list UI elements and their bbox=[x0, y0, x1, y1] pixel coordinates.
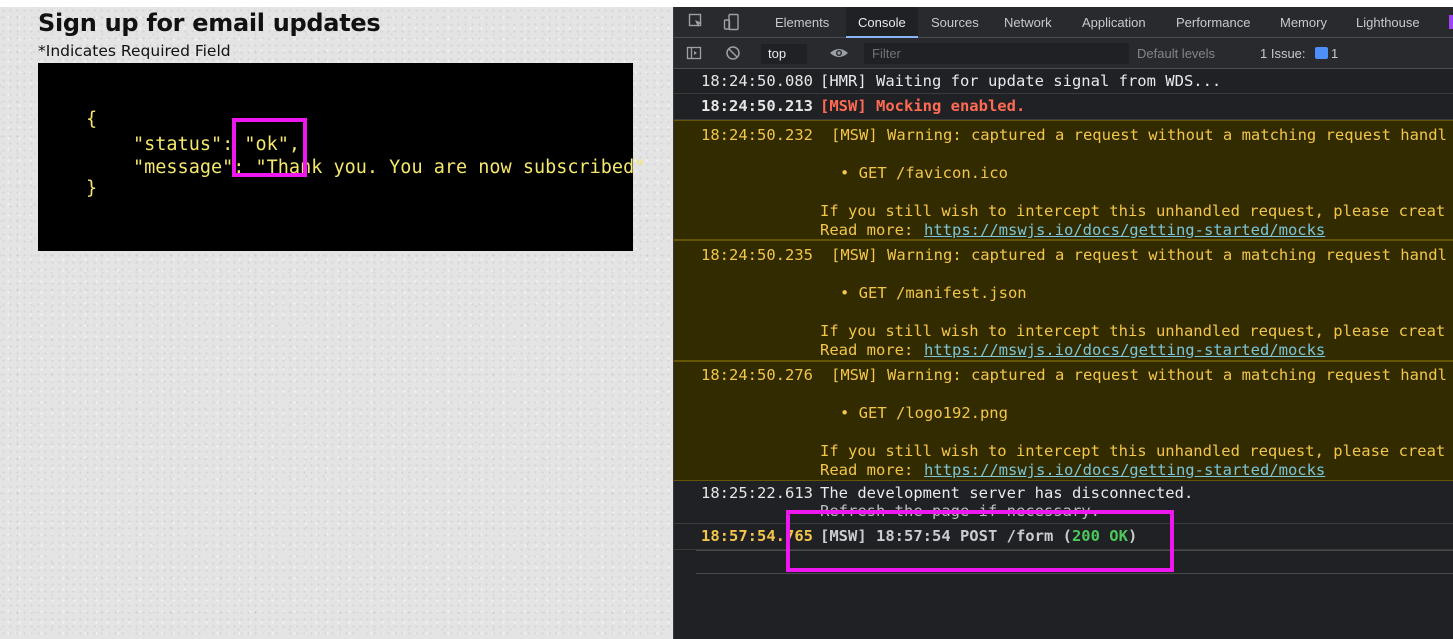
console-warning[interactable]: 18:24:50.232 [MSW] Warning: captured a r… bbox=[674, 120, 1453, 240]
json-open-brace: { bbox=[86, 109, 98, 130]
required-field-note: *Indicates Required Field bbox=[38, 42, 231, 60]
log-levels-dropdown[interactable]: Default levels bbox=[1137, 38, 1215, 69]
message-timestamp: 18:24:50.213 bbox=[701, 97, 813, 115]
message-timestamp: 18:57:54.765 bbox=[701, 527, 813, 545]
console-toolbar: top Default levels 1 Issue: 1 bbox=[674, 38, 1453, 69]
context-selector[interactable]: top bbox=[761, 44, 807, 64]
issues-count[interactable]: 1 bbox=[1331, 38, 1338, 69]
tab-network[interactable]: Network bbox=[1004, 7, 1052, 38]
message-text: [MSW] Warning: captured a request withou… bbox=[831, 126, 1447, 144]
console-warning[interactable]: 18:24:50.276 [MSW] Warning: captured a r… bbox=[674, 361, 1453, 481]
log-suffix: ) bbox=[1127, 527, 1138, 545]
message-timestamp: 18:24:50.276 bbox=[701, 366, 813, 384]
console-filter-input[interactable] bbox=[864, 43, 1129, 64]
unhandled-request: • GET /manifest.json bbox=[840, 284, 1027, 302]
devtools-tab-bar: Elements Console Sources Network Applica… bbox=[674, 7, 1453, 38]
inspect-element-icon[interactable] bbox=[687, 13, 705, 31]
more-tabs-icon[interactable] bbox=[1449, 15, 1453, 29]
json-status-line: "status": "ok", bbox=[133, 134, 301, 155]
status-200-ok: 200 OK bbox=[1071, 527, 1128, 545]
message-text: [HMR] Waiting for update signal from WDS… bbox=[820, 72, 1222, 90]
message-hint: If you still wish to intercept this unha… bbox=[820, 322, 1446, 340]
read-more-label: Read more: bbox=[820, 341, 914, 359]
message-hint: If you still wish to intercept this unha… bbox=[820, 202, 1446, 220]
unhandled-request: • GET /favicon.ico bbox=[840, 164, 1008, 182]
page-title: Sign up for email updates bbox=[38, 9, 381, 37]
message-text: [MSW] Warning: captured a request withou… bbox=[831, 366, 1447, 384]
tab-sources[interactable]: Sources bbox=[931, 7, 979, 38]
read-more-label: Read more: bbox=[820, 221, 914, 239]
signup-page: Sign up for email updates *Indicates Req… bbox=[0, 7, 673, 639]
message-text: [MSW] Mocking enabled. bbox=[820, 97, 1026, 115]
tab-memory[interactable]: Memory bbox=[1280, 7, 1327, 38]
devtools-panel: Elements Console Sources Network Applica… bbox=[673, 7, 1453, 639]
message-text: [MSW] Warning: captured a request withou… bbox=[831, 246, 1447, 264]
issues-message-icon bbox=[1315, 47, 1328, 59]
message-text: The development server has disconnected. bbox=[820, 484, 1194, 502]
issues-label[interactable]: 1 Issue: bbox=[1260, 38, 1306, 69]
docs-link[interactable]: https://mswjs.io/docs/getting-started/mo… bbox=[924, 461, 1325, 479]
message-hint: If you still wish to intercept this unha… bbox=[820, 442, 1446, 460]
console-warning[interactable]: 18:24:50.235 [MSW] Warning: captured a r… bbox=[674, 240, 1453, 361]
message-timestamp: 18:24:50.232 bbox=[701, 126, 813, 144]
console-prompt-input[interactable] bbox=[696, 550, 1453, 574]
tab-application[interactable]: Application bbox=[1082, 7, 1146, 38]
message-text-secondary: Refresh the page if necessary. bbox=[820, 502, 1100, 520]
json-close-brace: } bbox=[86, 178, 98, 199]
console-message[interactable]: 18:24:50.213 [MSW] Mocking enabled. bbox=[674, 94, 1453, 120]
log-prefix: [MSW] 18:57:54 POST /form ( bbox=[820, 527, 1072, 545]
console-message[interactable]: 18:25:22.613 The development server has … bbox=[674, 481, 1453, 524]
docs-link[interactable]: https://mswjs.io/docs/getting-started/mo… bbox=[924, 341, 1325, 359]
json-message-line: "message": "Thank you. You are now subsc… bbox=[133, 157, 646, 178]
console-messages: 18:24:50.080 [HMR] Waiting for update si… bbox=[674, 69, 1453, 639]
message-timestamp: 18:25:22.613 bbox=[701, 484, 813, 502]
message-timestamp: 18:24:50.080 bbox=[701, 72, 813, 90]
tab-console[interactable]: Console bbox=[846, 7, 918, 38]
device-toolbar-icon[interactable] bbox=[723, 13, 741, 31]
post-request-log: [MSW] 18:57:54 POST /form (200 OK) bbox=[820, 527, 1137, 545]
tab-lighthouse[interactable]: Lighthouse bbox=[1356, 7, 1420, 38]
console-message[interactable]: 18:57:54.765 [MSW] 18:57:54 POST /form (… bbox=[674, 524, 1453, 550]
console-message[interactable]: 18:24:50.080 [HMR] Waiting for update si… bbox=[674, 69, 1453, 94]
sidebar-toggle-icon[interactable] bbox=[686, 45, 702, 61]
response-json-panel: { "status": "ok", "message": "Thank you.… bbox=[38, 63, 645, 251]
live-expression-eye-icon[interactable] bbox=[829, 45, 849, 61]
docs-link[interactable]: https://mswjs.io/docs/getting-started/mo… bbox=[924, 221, 1325, 239]
unhandled-request: • GET /logo192.png bbox=[840, 404, 1008, 422]
read-more-label: Read more: bbox=[820, 461, 914, 479]
tab-performance[interactable]: Performance bbox=[1176, 7, 1250, 38]
clear-console-icon[interactable] bbox=[725, 45, 741, 61]
tab-elements[interactable]: Elements bbox=[775, 7, 829, 38]
message-timestamp: 18:24:50.235 bbox=[701, 246, 813, 264]
